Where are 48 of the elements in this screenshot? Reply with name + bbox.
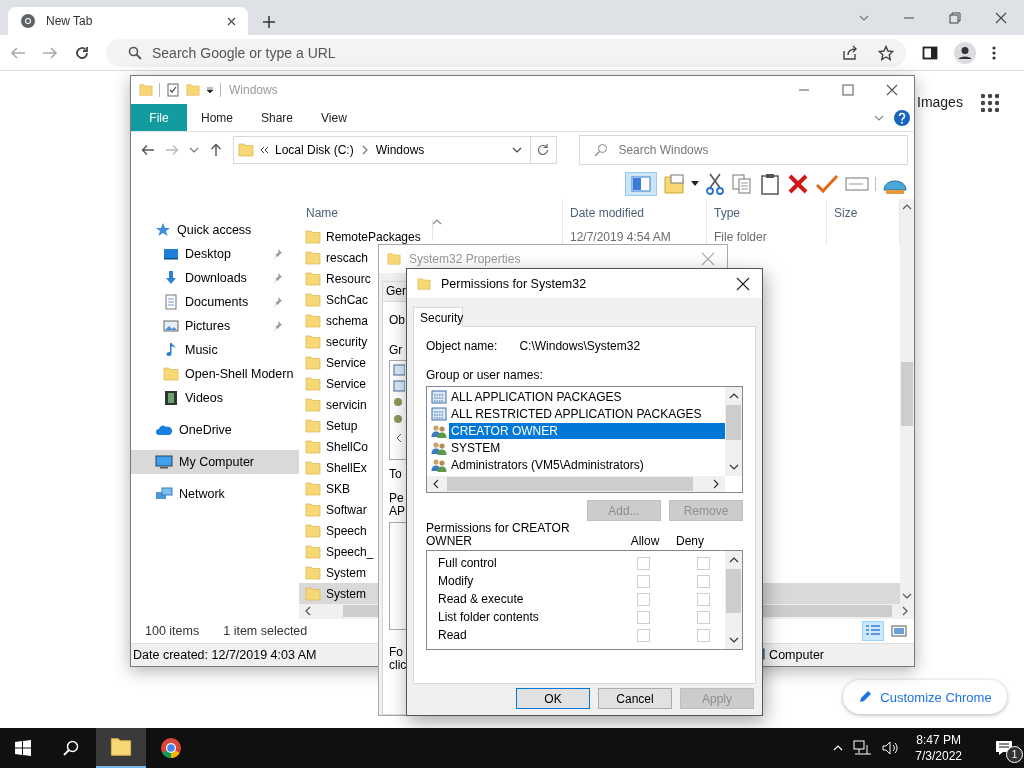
- allow-header: Allow: [629, 534, 661, 548]
- permission-name: Read & execute: [438, 592, 525, 606]
- group-label: Group or user names:: [426, 368, 544, 384]
- file-name: ShellCo: [326, 439, 369, 454]
- file-name: servicin: [326, 397, 367, 412]
- object-label: Ob: [389, 314, 405, 327]
- file-name: security: [326, 334, 368, 349]
- file-name: schema: [326, 313, 369, 328]
- time: 8:47 PM: [916, 732, 961, 748]
- file-name: RemotePackages: [326, 229, 421, 244]
- type-cell-text: File folder: [713, 229, 768, 244]
- file-name: SchCac: [326, 292, 369, 307]
- object-name-label: Object name:: [426, 339, 498, 353]
- file-name: SKB: [326, 481, 350, 496]
- footer-text: Fo: [389, 646, 403, 659]
- file-name: Resourc: [326, 271, 371, 286]
- file-name: Speech_: [326, 544, 374, 559]
- selection-count: 1 item selected: [223, 623, 308, 638]
- permission-name: Full control: [438, 556, 498, 570]
- file-name: Setup: [326, 418, 358, 433]
- permission-name: Modify: [438, 574, 475, 588]
- file-name: Service: [326, 355, 366, 370]
- item-count: 100 items: [145, 623, 200, 638]
- file-name: Service: [326, 376, 366, 391]
- dialog-title: System32 Properties: [409, 252, 521, 266]
- file-name: ShellEx: [326, 460, 367, 475]
- notification-badge: 1: [1006, 746, 1023, 763]
- file-name: rescach: [326, 250, 369, 265]
- file-name: Speech: [326, 523, 367, 538]
- group-label: Gr: [389, 344, 403, 357]
- dialog-title: Permissions for System32: [441, 276, 587, 291]
- permission-name: List folder contents: [438, 610, 540, 624]
- permissions-label: Permissions for CREATOR OWNER: [426, 522, 571, 548]
- permissions-label: AP: [389, 505, 405, 518]
- permission-name: Read: [438, 628, 468, 642]
- window-title: Windows: [229, 83, 278, 97]
- footer-text: clic: [389, 659, 407, 672]
- date-cell-text: 12/7/2019 4:54 AM: [569, 229, 672, 244]
- file-name: System: [326, 586, 366, 601]
- file-name: System: [326, 565, 366, 580]
- deny-header: Deny: [675, 534, 705, 548]
- date-created: Date created: 12/7/2019 4:03 AM: [133, 648, 317, 662]
- permissions-label: Pe: [389, 492, 404, 505]
- total-label: To: [389, 468, 402, 481]
- location-label: Computer: [769, 648, 824, 662]
- file-name: Softwar: [326, 502, 367, 517]
- date: 7/3/2022: [915, 748, 962, 764]
- object-name: C:\Windows\System32: [519, 339, 641, 353]
